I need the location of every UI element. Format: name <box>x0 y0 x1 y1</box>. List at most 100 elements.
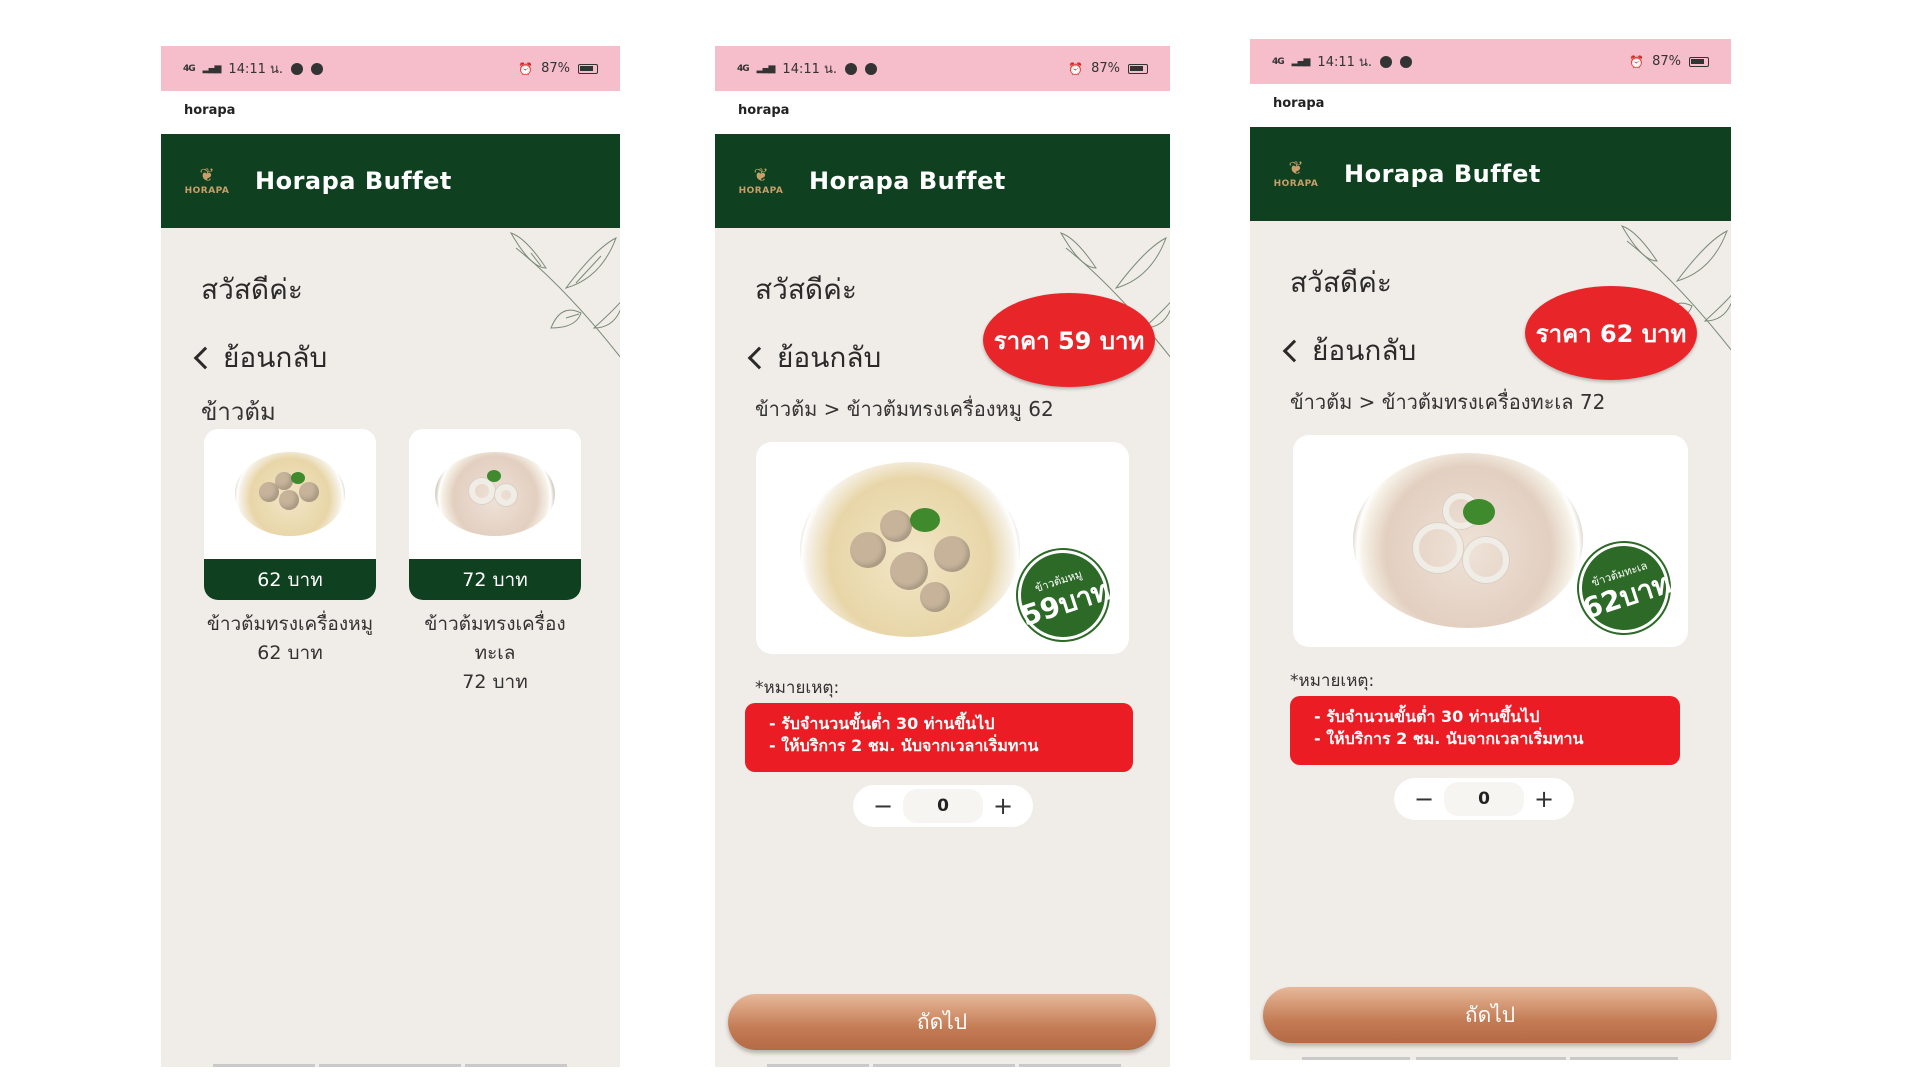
logo-text: HORAPA <box>1273 179 1319 189</box>
phone-screen-menu-list: 4G ▂▄▆ 14:11 น. ⏰ 87% horapa ❦ HORAPA Ho… <box>161 46 620 1067</box>
horapa-logo: ❦ HORAPA <box>735 165 787 197</box>
brand-title: Horapa Buffet <box>255 167 452 195</box>
note-line: - รับจำนวนขั้นต่ำ 30 ท่านขึ้นไป <box>1314 707 1540 726</box>
price-badge: ราคา 59 บาท <box>983 293 1155 387</box>
horapa-logo: ❦ HORAPA <box>1270 158 1322 190</box>
app-header: ❦ HORAPA Horapa Buffet <box>161 134 620 228</box>
note-line: - รับจำนวนขั้นต่ำ 30 ท่านขึ้นไป <box>769 714 995 733</box>
battery-icon <box>1689 56 1709 67</box>
quantity-value[interactable]: 0 <box>903 789 983 823</box>
logo-text: HORAPA <box>738 186 784 196</box>
plus-button[interactable]: + <box>991 792 1015 820</box>
nav-hint-bar <box>873 1064 1015 1067</box>
next-button[interactable]: ถัดไป <box>728 994 1156 1050</box>
status-bar: 4G ▂▄▆ 14:11 น. ⏰ 87% <box>1250 39 1731 84</box>
nav-hint-bar <box>319 1064 461 1067</box>
quantity-stepper: − 0 + <box>1394 778 1574 820</box>
brand-title: Horapa Buffet <box>1344 160 1541 188</box>
chevron-left-icon <box>747 346 771 370</box>
note-line: - ให้บริการ 2 ชม. นับจากเวลาเริ่มทาน <box>769 736 1039 755</box>
message-icon <box>845 62 858 75</box>
plus-button[interactable]: + <box>1532 785 1556 813</box>
phone-screen-detail-pork: 4G ▂▄▆ 14:11 น. ⏰ 87% horapa ❦ HORAPA Ho… <box>715 46 1170 1067</box>
food-image-seafood <box>409 429 581 559</box>
battery-level: 87% <box>1091 61 1120 76</box>
food-photo-pork: ข้าวต้มหมู 59บาท <box>756 442 1129 654</box>
battery-level: 87% <box>1652 54 1681 69</box>
leaf-logo-icon: ❦ <box>199 165 215 186</box>
photo-price-badge: ข้าวต้มหมู 59บาท <box>1006 538 1120 652</box>
greeting-text: สวัสดีค่ะ <box>201 273 303 306</box>
greeting-text: สวัสดีค่ะ <box>755 273 857 306</box>
photo-price-badge: ข้าวต้มทะเล 62บาท <box>1567 531 1681 645</box>
back-label: ย้อนกลับ <box>1312 334 1417 367</box>
wifi-signal-icon: ▂▄▆ <box>756 63 776 74</box>
note-line: - ให้บริการ 2 ชม. นับจากเวลาเริ่มทาน <box>1314 729 1584 748</box>
nav-hint-bar <box>767 1064 869 1067</box>
next-button[interactable]: ถัดไป <box>1263 987 1717 1043</box>
battery-icon <box>1128 63 1148 74</box>
horapa-logo: ❦ HORAPA <box>181 165 233 197</box>
status-bar: 4G ▂▄▆ 14:11 น. ⏰ 87% <box>161 46 620 91</box>
phone-screen-detail-seafood: 4G ▂▄▆ 14:11 น. ⏰ 87% horapa ❦ HORAPA Ho… <box>1250 39 1731 1060</box>
note-label: *หมายเหตุ: <box>755 678 840 698</box>
brand-title: Horapa Buffet <box>809 167 1006 195</box>
leaf-logo-icon: ❦ <box>1288 158 1304 179</box>
leaf-logo-icon: ❦ <box>753 165 769 186</box>
status-time: 14:11 น. <box>228 62 284 77</box>
nav-hint-bar <box>1019 1064 1121 1067</box>
logo-text: HORAPA <box>184 186 230 196</box>
breadcrumb: ข้าวต้ม > ข้าวต้มทรงเครื่องทะเล 72 <box>1290 390 1606 414</box>
app-host-label: horapa <box>1250 84 1731 127</box>
price-bar: 62 บาท <box>204 559 376 600</box>
status-time: 14:11 น. <box>1317 55 1373 70</box>
app-header: ❦ HORAPA Horapa Buffet <box>1250 127 1731 221</box>
message-icon <box>1380 55 1393 68</box>
price-badge: ราคา 62 บาท <box>1525 286 1697 380</box>
wifi-signal-icon: ▂▄▆ <box>202 63 222 74</box>
minus-button[interactable]: − <box>871 792 895 820</box>
price-bar: 72 บาท <box>409 559 581 600</box>
menu-card-pork[interactable]: 62 บาท <box>204 429 376 600</box>
chevron-left-icon <box>193 346 217 370</box>
menu-card-seafood[interactable]: 72 บาท <box>409 429 581 600</box>
status-time: 14:11 น. <box>782 62 838 77</box>
greeting-text: สวัสดีค่ะ <box>1290 266 1392 299</box>
battery-icon <box>578 63 598 74</box>
signal-icon: 4G <box>1272 56 1285 67</box>
quantity-value[interactable]: 0 <box>1444 782 1524 816</box>
status-bar: 4G ▂▄▆ 14:11 น. ⏰ 87% <box>715 46 1170 91</box>
nav-hint-bar <box>1570 1057 1678 1060</box>
message-icon <box>291 62 304 75</box>
back-label: ย้อนกลับ <box>223 341 328 374</box>
category-title: ข้าวต้ม <box>201 398 276 426</box>
note-label: *หมายเหตุ: <box>1290 671 1375 691</box>
messenger-icon <box>311 62 324 75</box>
food-photo-seafood: ข้าวต้มทะเล 62บาท <box>1293 435 1688 647</box>
note-box: - รับจำนวนขั้นต่ำ 30 ท่านขึ้นไป - ให้บริ… <box>1290 696 1680 765</box>
alarm-icon: ⏰ <box>1068 61 1084 76</box>
nav-hint-bar <box>465 1064 567 1067</box>
app-header: ❦ HORAPA Horapa Buffet <box>715 134 1170 228</box>
messenger-icon <box>1400 55 1413 68</box>
nav-hint-bar <box>1416 1057 1566 1060</box>
back-label: ย้อนกลับ <box>777 341 882 374</box>
alarm-icon: ⏰ <box>1629 54 1645 69</box>
wifi-signal-icon: ▂▄▆ <box>1291 56 1311 67</box>
app-host-label: horapa <box>161 91 620 134</box>
note-box: - รับจำนวนขั้นต่ำ 30 ท่านขึ้นไป - ให้บริ… <box>745 703 1133 772</box>
quantity-stepper: − 0 + <box>853 785 1033 827</box>
back-button[interactable]: ย้อนกลับ <box>191 336 327 380</box>
menu-item-name-pork: ข้าวต้มทรงเครื่องหมู 62 บาท <box>206 613 374 664</box>
minus-button[interactable]: − <box>1412 785 1436 813</box>
nav-hint-bar <box>1302 1057 1410 1060</box>
app-host-label: horapa <box>715 91 1170 134</box>
back-button[interactable]: ย้อนกลับ <box>745 336 881 380</box>
back-button[interactable]: ย้อนกลับ <box>1280 329 1416 373</box>
leaf-decoration-icon <box>509 232 620 358</box>
food-image-pork <box>204 429 376 559</box>
alarm-icon: ⏰ <box>518 61 534 76</box>
nav-hint-bar <box>213 1064 315 1067</box>
breadcrumb: ข้าวต้ม > ข้าวต้มทรงเครื่องหมู 62 <box>755 397 1054 421</box>
messenger-icon <box>865 62 878 75</box>
